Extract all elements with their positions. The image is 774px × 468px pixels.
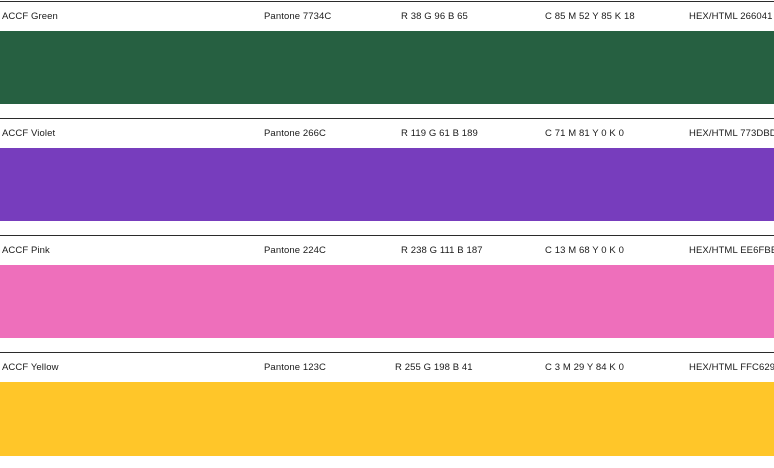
swatch-name: ACCF Green xyxy=(2,11,58,22)
pantone-code: Pantone 7734C xyxy=(264,11,332,22)
swatch-row-pink: ACCF Pink Pantone 224C R 238 G 111 B 187… xyxy=(0,235,774,338)
cmyk-values: C 85 M 52 Y 85 K 18 xyxy=(545,11,635,22)
rgb-values: R 38 G 96 B 65 xyxy=(401,11,468,22)
color-palette: ACCF Green Pantone 7734C R 38 G 96 B 65 … xyxy=(0,0,774,468)
color-bar-yellow xyxy=(0,382,774,456)
cmyk-values: C 13 M 68 Y 0 K 0 xyxy=(545,245,624,256)
cmyk-values: C 71 M 81 Y 0 K 0 xyxy=(545,128,624,139)
swatch-name: ACCF Yellow xyxy=(2,362,59,373)
swatch-label-line: ACCF Violet Pantone 266C R 119 G 61 B 18… xyxy=(0,119,774,148)
hex-code: HEX/HTML FFC629 xyxy=(689,362,774,373)
pantone-code: Pantone 224C xyxy=(264,245,326,256)
rgb-values: R 238 G 111 B 187 xyxy=(401,245,483,256)
swatch-label-line: ACCF Pink Pantone 224C R 238 G 111 B 187… xyxy=(0,236,774,265)
color-bar-green xyxy=(0,31,774,104)
swatch-name: ACCF Pink xyxy=(2,245,50,256)
color-bar-pink xyxy=(0,265,774,338)
hex-code: HEX/HTML 773DBD xyxy=(689,128,774,139)
swatch-row-yellow: ACCF Yellow Pantone 123C R 255 G 198 B 4… xyxy=(0,352,774,456)
hex-code: HEX/HTML 266041 xyxy=(689,11,773,22)
hex-code: HEX/HTML EE6FBB xyxy=(689,245,774,256)
rgb-values: R 119 G 61 B 189 xyxy=(401,128,478,139)
swatch-label-line: ACCF Yellow Pantone 123C R 255 G 198 B 4… xyxy=(0,353,774,382)
swatch-label-line: ACCF Green Pantone 7734C R 38 G 96 B 65 … xyxy=(0,2,774,31)
color-bar-violet xyxy=(0,148,774,221)
pantone-code: Pantone 123C xyxy=(264,362,326,373)
swatch-row-violet: ACCF Violet Pantone 266C R 119 G 61 B 18… xyxy=(0,118,774,221)
swatch-row-green: ACCF Green Pantone 7734C R 38 G 96 B 65 … xyxy=(0,1,774,104)
swatch-name: ACCF Violet xyxy=(2,128,56,139)
rgb-values: R 255 G 198 B 41 xyxy=(395,362,473,373)
pantone-code: Pantone 266C xyxy=(264,128,326,139)
cmyk-values: C 3 M 29 Y 84 K 0 xyxy=(545,362,624,373)
